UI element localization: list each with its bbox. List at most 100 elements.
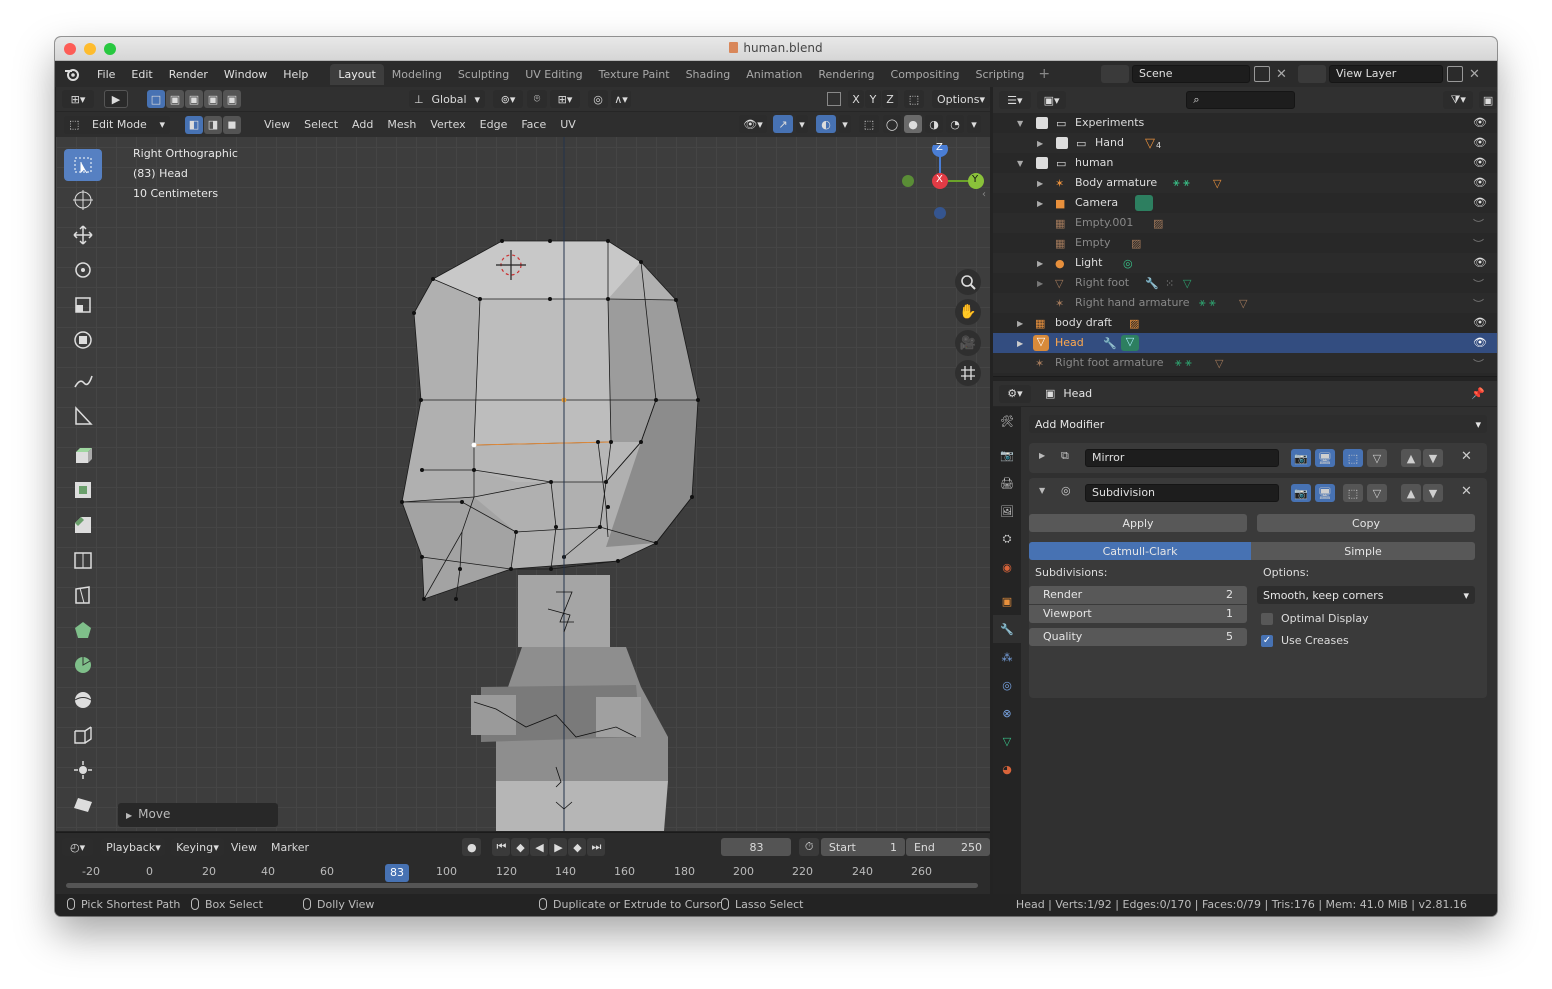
poly-build-tool-icon[interactable] bbox=[64, 614, 102, 646]
expand-arrow-icon[interactable]: ▶ bbox=[1037, 139, 1043, 148]
menu-render[interactable]: Render bbox=[161, 68, 216, 81]
tab-modeling[interactable]: Modeling bbox=[384, 64, 450, 85]
tab-layout[interactable]: Layout bbox=[330, 63, 384, 85]
play-icon[interactable]: ▶ bbox=[549, 838, 568, 856]
constraints-tab-icon[interactable]: ⊗ bbox=[993, 699, 1021, 727]
apply-button[interactable]: Apply bbox=[1029, 514, 1247, 532]
tab-rendering[interactable]: Rendering bbox=[810, 64, 882, 85]
loop-cut-tool-icon[interactable] bbox=[64, 544, 102, 576]
copy-button[interactable]: Copy bbox=[1257, 514, 1475, 532]
play-reverse-icon[interactable]: ◀ bbox=[530, 838, 549, 856]
show-editmode-icon[interactable]: ⬚ bbox=[1343, 484, 1363, 502]
show-editmode-icon[interactable]: ⬚ bbox=[1343, 449, 1363, 467]
catmull-clark-toggle[interactable]: Catmull-Clark bbox=[1029, 542, 1251, 560]
show-render-icon[interactable]: 📷 bbox=[1291, 484, 1311, 502]
material-tab-icon[interactable]: ◕ bbox=[993, 755, 1021, 783]
show-viewport-icon[interactable]: 🖥 bbox=[1315, 449, 1335, 467]
expand-arrow-icon[interactable]: ▶ bbox=[1017, 339, 1023, 348]
show-render-icon[interactable]: 📷 bbox=[1291, 449, 1311, 467]
3d-viewport[interactable]: ⊞▾ ▶ □ ▣ ▣ ▣ ▣ ⊥ Global ▾ ⊚▾ ⌾ ⊞▾ ◎ ∧▾ X bbox=[56, 87, 990, 831]
outliner-row-right-foot-armature[interactable]: ✶ Right foot armature ⚹ ⚹ ▽ ︶ bbox=[993, 353, 1497, 373]
checkbox-icon[interactable] bbox=[1036, 157, 1048, 169]
tab-compositing[interactable]: Compositing bbox=[883, 64, 968, 85]
eye-closed-icon[interactable]: ︶ bbox=[1473, 356, 1487, 371]
cursor-tool-icon[interactable] bbox=[64, 184, 102, 216]
output-tab-icon[interactable]: 🖨 bbox=[993, 469, 1021, 497]
playback-menu[interactable]: Playback ▾ bbox=[101, 838, 166, 856]
expand-arrow-icon[interactable]: ▶ bbox=[1039, 451, 1045, 460]
move-up-icon[interactable]: ▲ bbox=[1401, 484, 1421, 502]
scale-tool-icon[interactable] bbox=[64, 289, 102, 321]
add-modifier-dropdown[interactable]: Add Modifier ▾ bbox=[1029, 415, 1487, 433]
move-down-icon[interactable]: ▼ bbox=[1423, 449, 1443, 467]
tab-sculpting[interactable]: Sculpting bbox=[450, 64, 517, 85]
expand-arrow-icon[interactable]: ▶ bbox=[1037, 199, 1043, 208]
eye-icon[interactable]: 👁 bbox=[1473, 336, 1487, 350]
extrude-region-tool-icon[interactable] bbox=[64, 439, 102, 471]
outliner-row-empty-001[interactable]: ▦ Empty.001 ▨ ︶ bbox=[993, 213, 1497, 233]
blender-logo-icon[interactable] bbox=[55, 67, 89, 81]
timeline-menu-view[interactable]: View bbox=[224, 841, 264, 854]
expand-arrow-icon[interactable]: ▶ bbox=[1037, 259, 1043, 268]
tab-texture-paint[interactable]: Texture Paint bbox=[591, 64, 678, 85]
scene-tab-icon[interactable]: ⛭ bbox=[993, 525, 1021, 553]
collapse-arrow-icon[interactable]: ▼ bbox=[1039, 486, 1045, 495]
eye-closed-icon[interactable]: ︶ bbox=[1473, 276, 1487, 291]
show-viewport-icon[interactable]: 🖥 bbox=[1315, 484, 1335, 502]
properties-editor-type-icon[interactable]: ⚙▾ bbox=[999, 384, 1031, 403]
measure-tool-icon[interactable] bbox=[64, 400, 102, 432]
remove-view-layer-icon[interactable]: ✕ bbox=[1469, 67, 1480, 82]
tab-scripting[interactable]: Scripting bbox=[967, 64, 1032, 85]
outliner-editor-type-icon[interactable]: ☰▾ bbox=[999, 91, 1031, 109]
data-tab-icon[interactable]: ▽ bbox=[993, 727, 1021, 755]
eye-icon[interactable]: 👁 bbox=[1473, 136, 1487, 150]
knife-tool-icon[interactable] bbox=[64, 579, 102, 611]
outliner-row-camera[interactable]: ▶ ■ Camera 👁 bbox=[993, 193, 1497, 213]
timeline-ruler[interactable]: -20 0 20 40 60 100 120 140 160 180 200 2… bbox=[56, 859, 990, 888]
outliner-row-hand[interactable]: ▶ ▭ Hand ▽ 4 👁 bbox=[993, 133, 1497, 153]
record-keyframe-icon[interactable]: ● bbox=[462, 838, 482, 856]
prev-keyframe-icon[interactable]: ◆ bbox=[511, 838, 530, 856]
move-tool-icon[interactable] bbox=[64, 219, 102, 251]
scene-name-field[interactable]: Scene bbox=[1132, 65, 1250, 83]
collapse-arrow-icon[interactable]: ▼ bbox=[1017, 119, 1023, 128]
inset-faces-tool-icon[interactable] bbox=[64, 474, 102, 506]
new-scene-icon[interactable] bbox=[1254, 66, 1270, 82]
render-tab-icon[interactable]: 📷 bbox=[993, 441, 1021, 469]
tool-tab-icon[interactable]: 🛠 bbox=[993, 407, 1021, 435]
shrink-fatten-tool-icon[interactable] bbox=[64, 754, 102, 786]
outliner-search-field[interactable]: ⌕ bbox=[1186, 91, 1296, 109]
camera-view-icon[interactable]: 🎥 bbox=[955, 330, 981, 356]
outliner-row-light[interactable]: ▶ ● Light ◎ 👁 bbox=[993, 253, 1497, 273]
remove-modifier-icon[interactable]: ✕ bbox=[1461, 484, 1472, 499]
menu-help[interactable]: Help bbox=[275, 68, 316, 81]
eye-icon[interactable]: 👁 bbox=[1473, 156, 1487, 170]
eye-icon[interactable]: 👁 bbox=[1473, 316, 1487, 330]
tab-uv-editing[interactable]: UV Editing bbox=[517, 64, 590, 85]
shear-tool-icon[interactable] bbox=[64, 789, 102, 821]
eye-closed-icon[interactable]: ︶ bbox=[1473, 296, 1487, 311]
optimal-display-row[interactable]: Optimal Display bbox=[1261, 612, 1369, 625]
expand-arrow-icon[interactable]: ▶ bbox=[1017, 319, 1023, 328]
tab-animation[interactable]: Animation bbox=[738, 64, 810, 85]
jump-start-icon[interactable]: ⏮ bbox=[492, 838, 511, 856]
physics-tab-icon[interactable]: ◎ bbox=[993, 671, 1021, 699]
edge-slide-tool-icon[interactable] bbox=[64, 719, 102, 751]
view-layer-field[interactable]: View Layer bbox=[1329, 65, 1443, 83]
world-tab-icon[interactable]: ◉ bbox=[993, 553, 1021, 581]
eye-closed-icon[interactable]: ︶ bbox=[1473, 236, 1487, 251]
mirror-name-field[interactable]: Mirror bbox=[1085, 449, 1279, 467]
transform-tool-icon[interactable] bbox=[64, 324, 102, 356]
use-creases-row[interactable]: ✓ Use Creases bbox=[1261, 634, 1349, 647]
pin-icon[interactable]: 📌 bbox=[1471, 387, 1485, 400]
expand-arrow-icon[interactable]: ▶ bbox=[1037, 279, 1043, 288]
pan-view-icon[interactable]: ✋ bbox=[955, 299, 981, 325]
show-on-cage-icon[interactable]: ▽ bbox=[1367, 449, 1387, 467]
modifier-tab-icon[interactable]: 🔧 bbox=[993, 615, 1021, 643]
remove-scene-icon[interactable]: ✕ bbox=[1276, 67, 1287, 82]
render-levels-field[interactable]: Render 2 bbox=[1029, 586, 1247, 604]
toggle-ortho-icon[interactable] bbox=[955, 360, 981, 386]
timeline-editor-type-icon[interactable]: ◴▾ bbox=[62, 838, 94, 856]
show-on-cage-icon[interactable]: ▽ bbox=[1367, 484, 1387, 502]
add-workspace-icon[interactable]: + bbox=[1032, 66, 1056, 82]
